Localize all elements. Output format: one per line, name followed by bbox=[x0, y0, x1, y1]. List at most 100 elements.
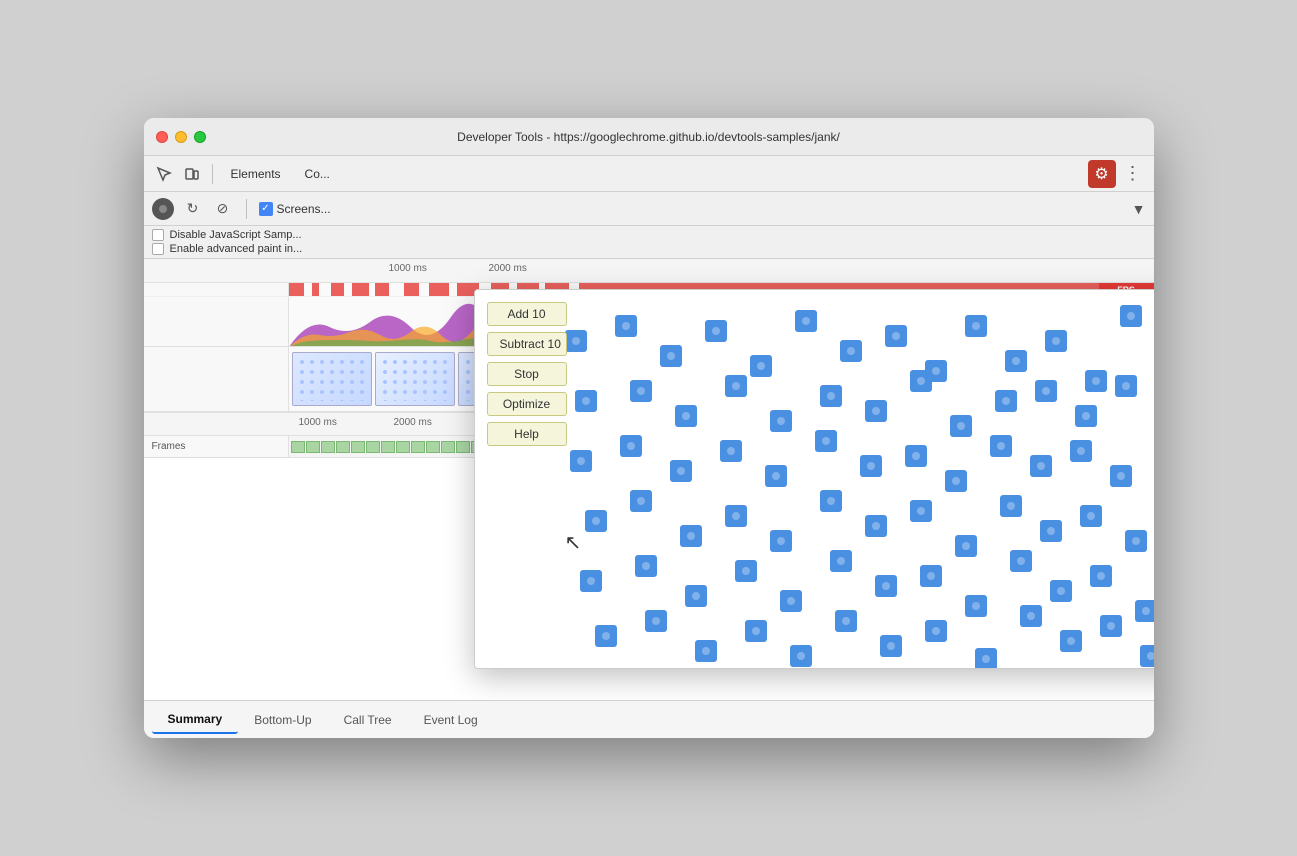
record-button[interactable] bbox=[152, 198, 174, 220]
dot bbox=[1135, 600, 1154, 622]
dot bbox=[860, 455, 882, 477]
bottom-time-1000: 1000 ms bbox=[299, 417, 337, 428]
dot bbox=[840, 340, 862, 362]
tab-console[interactable]: Co... bbox=[295, 163, 340, 185]
dot bbox=[975, 648, 997, 668]
dot bbox=[725, 505, 747, 527]
dot bbox=[815, 430, 837, 452]
frames-label: Frames bbox=[144, 436, 289, 457]
devtools-window: Developer Tools - https://googlechrome.g… bbox=[144, 118, 1154, 738]
dot bbox=[745, 620, 767, 642]
frame-cell[interactable] bbox=[291, 441, 305, 453]
dot bbox=[680, 525, 702, 547]
dot bbox=[1140, 645, 1154, 667]
screenshot-thumb-1[interactable] bbox=[292, 352, 372, 406]
subtract-10-button[interactable]: Subtract 10 bbox=[487, 332, 567, 356]
dots-area bbox=[475, 290, 1154, 668]
dot bbox=[945, 470, 967, 492]
reload-button[interactable]: ↻ bbox=[182, 198, 204, 220]
frame-cell[interactable] bbox=[456, 441, 470, 453]
dot bbox=[1120, 305, 1142, 327]
frame-cell[interactable] bbox=[336, 441, 350, 453]
devtools-toolbar2: ↻ ⊘ ✓ Screens... ▼ bbox=[144, 192, 1154, 226]
dot bbox=[865, 515, 887, 537]
clear-button[interactable]: ⊘ bbox=[212, 198, 234, 220]
dot bbox=[705, 320, 727, 342]
dot bbox=[790, 645, 812, 667]
tab-bottom-up[interactable]: Bottom-Up bbox=[238, 707, 327, 733]
dot bbox=[835, 610, 857, 632]
checkbox-screenshots[interactable]: ✓ bbox=[259, 202, 273, 216]
dot bbox=[965, 315, 987, 337]
frame-cell[interactable] bbox=[321, 441, 335, 453]
dot bbox=[1075, 405, 1097, 427]
dot bbox=[865, 400, 887, 422]
stop-button[interactable]: Stop bbox=[487, 362, 567, 386]
close-button[interactable] bbox=[156, 131, 168, 143]
screenshot-thumb-2[interactable] bbox=[375, 352, 455, 406]
tab-event-log[interactable]: Event Log bbox=[408, 707, 494, 733]
maximize-button[interactable] bbox=[194, 131, 206, 143]
frame-cell[interactable] bbox=[441, 441, 455, 453]
tab-summary[interactable]: Summary bbox=[152, 706, 239, 734]
dot bbox=[635, 555, 657, 577]
screenshots-toggle[interactable]: ✓ Screens... bbox=[259, 202, 331, 216]
checkbox-disable-js[interactable] bbox=[152, 229, 164, 241]
settings-icon[interactable]: ⚙ bbox=[1088, 160, 1116, 188]
frame-cell[interactable] bbox=[351, 441, 365, 453]
dot bbox=[910, 370, 932, 392]
frame-cell[interactable] bbox=[426, 441, 440, 453]
window-title: Developer Tools - https://googlechrome.g… bbox=[457, 130, 840, 144]
dot bbox=[780, 590, 802, 612]
inspect-icon[interactable] bbox=[152, 162, 176, 186]
frame-cell[interactable] bbox=[366, 441, 380, 453]
dot bbox=[990, 435, 1012, 457]
dot bbox=[885, 325, 907, 347]
dot bbox=[1050, 580, 1072, 602]
screenshots-label: Screens... bbox=[277, 202, 331, 216]
dot bbox=[750, 355, 772, 377]
dot bbox=[770, 410, 792, 432]
frame-cell[interactable] bbox=[411, 441, 425, 453]
dot bbox=[1060, 630, 1082, 652]
tab-call-tree[interactable]: Call Tree bbox=[328, 707, 408, 733]
traffic-lights bbox=[156, 131, 206, 143]
dot bbox=[1045, 330, 1067, 352]
dot bbox=[1040, 520, 1062, 542]
dot bbox=[1085, 370, 1107, 392]
time-marker-1000: 1000 ms bbox=[389, 263, 427, 274]
checkbox-advanced-paint[interactable] bbox=[152, 243, 164, 255]
advanced-paint-label: Enable advanced paint in... bbox=[170, 243, 303, 255]
chevron-down-icon[interactable]: ▼ bbox=[1132, 201, 1146, 217]
dot bbox=[645, 610, 667, 632]
dot bbox=[630, 490, 652, 512]
tab-elements[interactable]: Elements bbox=[221, 163, 291, 185]
optimize-button[interactable]: Optimize bbox=[487, 392, 567, 416]
device-toolbar-icon[interactable] bbox=[180, 162, 204, 186]
help-button[interactable]: Help bbox=[487, 422, 567, 446]
more-options-icon[interactable]: ⋮ bbox=[1120, 163, 1146, 184]
dot bbox=[770, 530, 792, 552]
frame-cell[interactable] bbox=[306, 441, 320, 453]
frame-cell[interactable] bbox=[381, 441, 395, 453]
dot bbox=[925, 620, 947, 642]
dot bbox=[725, 375, 747, 397]
dot bbox=[1070, 440, 1092, 462]
dot bbox=[595, 625, 617, 647]
bottom-time-2000: 2000 ms bbox=[394, 417, 432, 428]
dot bbox=[685, 585, 707, 607]
minimize-button[interactable] bbox=[175, 131, 187, 143]
dot bbox=[570, 450, 592, 472]
frame-cell[interactable] bbox=[396, 441, 410, 453]
dot bbox=[820, 385, 842, 407]
timeline-area: 1000 ms 2000 ms FPS bbox=[144, 259, 1154, 700]
add-10-button[interactable]: Add 10 bbox=[487, 302, 567, 326]
option-row-disable-js: Disable JavaScript Samp... bbox=[152, 229, 1146, 241]
dot bbox=[1035, 380, 1057, 402]
dot bbox=[575, 390, 597, 412]
dot bbox=[795, 310, 817, 332]
dot bbox=[765, 465, 787, 487]
dot bbox=[920, 565, 942, 587]
dot bbox=[565, 330, 587, 352]
toolbar-divider-2 bbox=[246, 199, 247, 219]
